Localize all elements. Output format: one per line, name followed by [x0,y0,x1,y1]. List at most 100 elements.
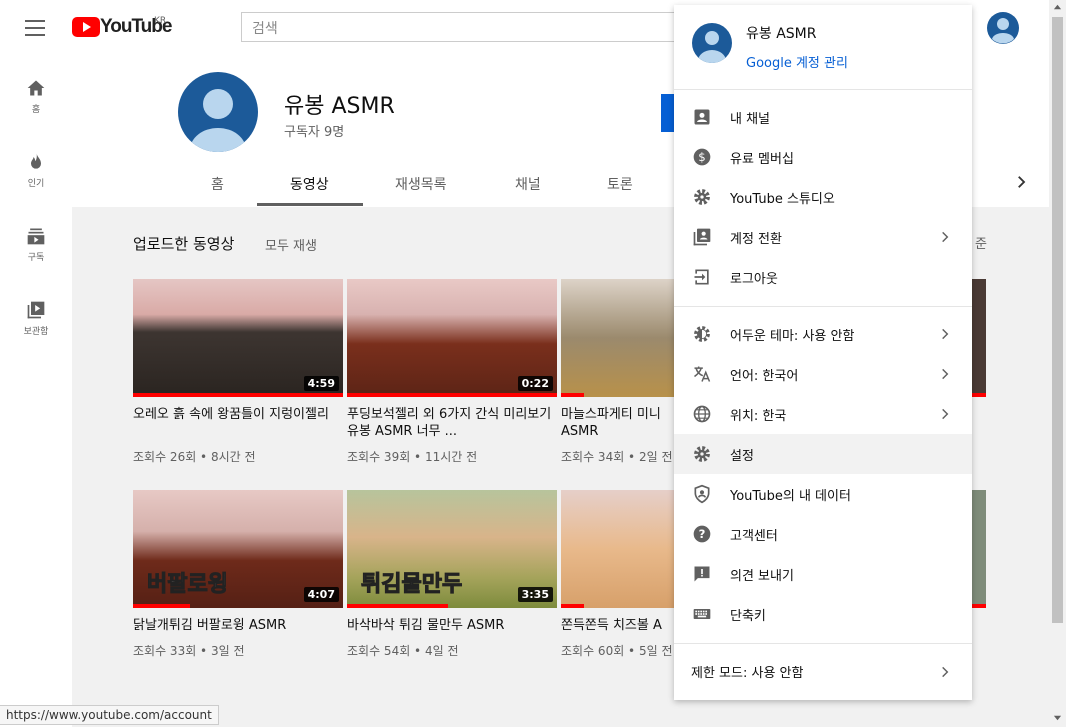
video-duration: 3:35 [517,587,553,602]
chevron-right-icon[interactable] [1012,172,1030,192]
account-box-icon [694,109,710,125]
video-thumbnail[interactable] [561,490,674,608]
menu-item-label: YouTube의 내 데이터 [730,489,851,504]
chevron-right-icon [942,231,949,243]
menu-item-logout[interactable]: 로그아웃 [674,257,972,297]
menu-item-label: 위치: 한국 [730,409,787,424]
play-all-button[interactable]: 모두 재생 [265,235,317,254]
globe-icon [693,405,711,423]
menu-item-settings[interactable]: 설정 [674,434,972,474]
tab-channels[interactable]: 채널 [515,174,541,194]
video-thumbnail[interactable] [972,490,986,608]
chevron-right-icon[interactable] [938,664,952,680]
video-thumbnail[interactable] [561,279,674,397]
watch-progress [561,604,584,608]
menu-item-dark-theme[interactable]: 어두운 테마: 사용 안함 [674,314,972,354]
thumbnail-caption: 버팔로윙 [147,572,229,598]
video-meta: 조회수 34회 • 2일 전 [561,450,673,464]
menu-icon[interactable] [25,20,45,36]
menu-account-name: 유봉 ASMR [746,26,817,42]
menu-item-label: 언어: 한국어 [730,369,799,384]
video-title[interactable]: 닭날개튀김 버팔로윙 ASMR [133,617,338,634]
video-thumbnail[interactable]: 4:59 [133,279,343,397]
chevron-right-icon [942,328,949,340]
search-input[interactable]: 검색 [241,12,681,42]
section-title: 업로드한 동영상 [133,235,235,253]
scroll-up-icon[interactable] [1053,3,1062,12]
tab-home[interactable]: 홈 [211,174,224,194]
search-placeholder: 검색 [252,21,278,37]
menu-item-location[interactable]: 위치: 한국 [674,394,972,434]
sort-button[interactable]: 준 [975,233,987,252]
watch-progress [561,393,584,397]
menu-item-feedback[interactable]: 의견 보내기 [674,554,972,594]
guide-item-subscriptions[interactable]: 구독 [0,226,72,263]
tab-playlists[interactable]: 재생목록 [395,174,447,194]
chevron-right-icon [942,368,949,380]
menu-item-label: 단축키 [730,609,766,624]
video-thumbnail[interactable]: 0:22 [347,279,557,397]
video-meta: 조회수 33회 • 3일 전 [133,644,245,658]
video-thumbnail[interactable]: 버팔로윙 4:07 [133,490,343,608]
video-title[interactable]: 바삭바삭 튀김 물만두 ASMR [347,617,552,634]
svg-text:$: $ [698,150,705,164]
guide-item-home[interactable]: 홈 [0,78,72,115]
video-duration: 4:59 [303,376,339,391]
video-meta: 조회수 54회 • 4일 전 [347,644,459,658]
guide-label: 인기 [27,179,45,189]
video-meta: 조회수 39회 • 11시간 전 [347,450,478,464]
tab-videos[interactable]: 동영상 [290,174,329,194]
shield-person-icon [694,484,710,504]
video-title[interactable]: 푸딩보석젤리 외 6가지 간식 미리보기 유봉 ASMR 너무 ... [347,406,552,440]
thumbnail-caption: 튀김물만두 [360,572,463,598]
youtube-logo-icon[interactable] [72,17,100,37]
menu-item-studio[interactable]: YouTube 스튜디오 [674,177,972,217]
chevron-right-icon [942,408,949,420]
divider [674,306,972,307]
menu-item-label: 내 채널 [730,112,771,127]
guide-item-trending[interactable]: 인기 [0,152,72,189]
dark-theme-icon [694,326,710,342]
manage-google-account-link[interactable]: Google 계정 관리 [746,52,848,71]
menu-item-label: 유료 멤버십 [730,152,794,167]
menu-item-label: 로그아웃 [730,272,778,287]
status-url-bar: https://www.youtube.com/account [0,705,219,725]
dollar-circle-icon: $ [693,148,711,166]
watch-progress [972,393,986,397]
user-avatar-icon[interactable] [987,12,1019,44]
video-duration: 0:22 [517,376,553,391]
svg-text:?: ? [699,527,706,541]
menu-item-language[interactable]: 언어: 한국어 [674,354,972,394]
menu-avatar [692,23,732,63]
menu-item-my-channel[interactable]: 내 채널 [674,97,972,137]
menu-item-label: 어두운 테마: 사용 안함 [730,329,855,344]
menu-item-shortcuts[interactable]: 단축키 [674,594,972,634]
video-title[interactable]: 마늘스파게티 미니 ASMR [561,406,671,440]
video-meta: 조회수 60회 • 5일 전 [561,644,673,658]
restricted-mode-item[interactable]: 제한 모드: 사용 안함 [691,662,803,681]
translate-icon [694,366,711,382]
settings-icon [694,446,710,462]
scrollbar-thumb[interactable] [1052,17,1063,623]
library-icon [27,301,45,319]
video-title[interactable]: 오레오 흙 속에 왕꿈틀이 지렁이젤리 [133,406,338,423]
menu-item-label: 고객센터 [730,529,778,544]
video-duration: 4:07 [303,587,339,602]
video-title[interactable]: 쫀득쫀득 치즈볼 A [561,617,674,634]
help-icon: ? [693,525,711,543]
region-label: KR [154,16,167,26]
keyboard-icon [693,609,711,619]
video-thumbnail[interactable] [972,279,986,397]
account-menu: 유봉 ASMR Google 계정 관리 내 채널 $ 유료 멤버십 YouTu… [674,5,972,700]
guide-label: 구독 [27,253,45,263]
scroll-down-icon[interactable] [1053,713,1062,722]
menu-item-membership[interactable]: $ 유료 멤버십 [674,137,972,177]
menu-item-your-data[interactable]: YouTube의 내 데이터 [674,474,972,514]
fire-icon [31,153,41,169]
channel-title: 유봉 ASMR [284,94,395,119]
menu-item-switch-account[interactable]: 계정 전환 [674,217,972,257]
video-thumbnail[interactable]: 튀김물만두 3:35 [347,490,557,608]
tab-discussion[interactable]: 토론 [607,174,633,194]
guide-item-library[interactable]: 보관함 [0,300,72,337]
menu-item-help[interactable]: ? 고객센터 [674,514,972,554]
